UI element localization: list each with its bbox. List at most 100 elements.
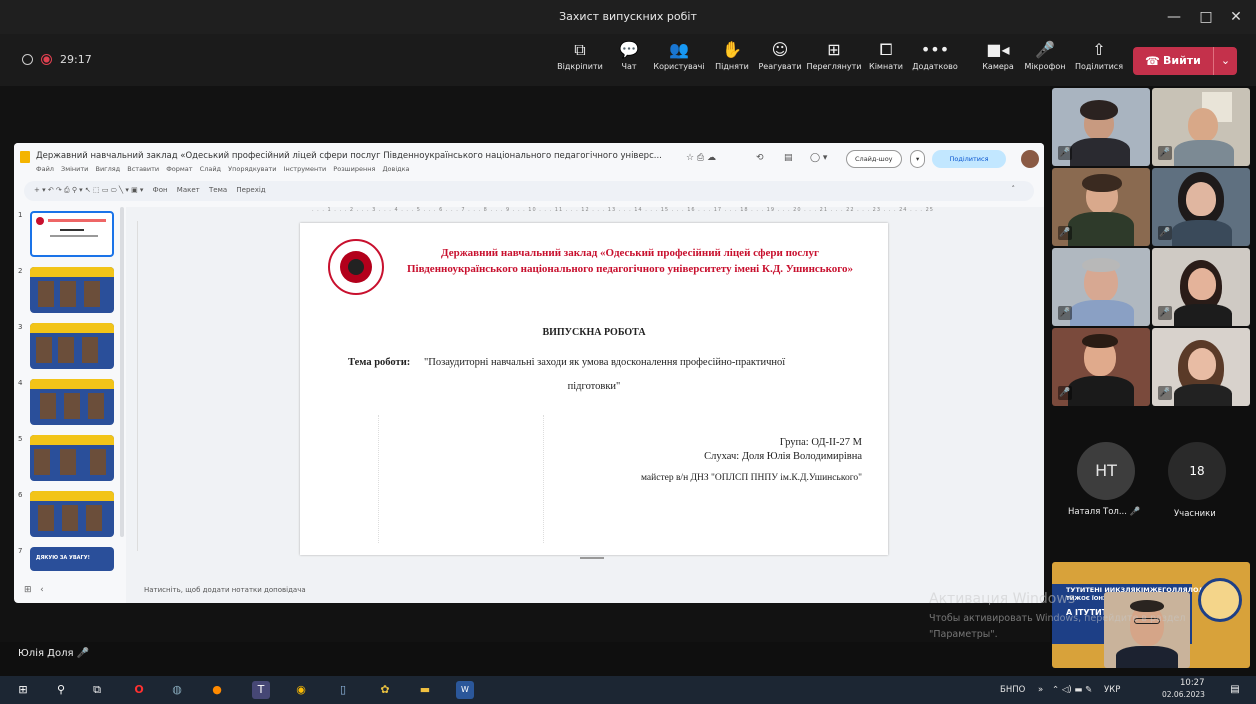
participant-video[interactable]: 🎤 — [1152, 328, 1250, 406]
tray-language[interactable]: УКР — [1104, 685, 1120, 695]
menu-item[interactable]: Вигляд — [96, 165, 121, 173]
menu-item[interactable]: Упорядкувати — [228, 165, 276, 173]
filmstrip-scrollbar[interactable] — [120, 207, 124, 537]
theme-button[interactable]: Тема — [209, 186, 227, 194]
chevron-down-icon[interactable]: ⌄ — [1213, 47, 1237, 75]
mic-button[interactable]: 🎤 Мікрофон — [1020, 38, 1070, 82]
college-seal-logo — [328, 239, 384, 295]
teams-icon[interactable]: T — [252, 681, 270, 699]
firefox-icon[interactable]: ● — [208, 681, 226, 699]
share-doc-button[interactable]: Поділитися — [932, 150, 1006, 168]
mic-off-icon: 🎤 — [1129, 507, 1141, 517]
participant-video[interactable]: 🎤 — [1052, 88, 1150, 166]
chat-button[interactable]: 💬 Чат — [614, 38, 644, 82]
react-button[interactable]: ☺ Реагувати — [756, 38, 804, 82]
tray-chevron-icon[interactable]: » — [1038, 685, 1043, 695]
toolbar-icons[interactable]: + ▾ ↶ ↷ ⎙ ⚲ ▾ ↖ ⬚ ▭ ⬭ ╲ ▾ ▣ ▾ — [34, 186, 143, 194]
mic-off-icon: 🎤 — [1058, 146, 1072, 160]
slide-topic-text: "Позаудиторні навчальні заходи як умова … — [424, 357, 786, 368]
window-title: Захист випускних робіт — [559, 10, 697, 23]
video-icon[interactable]: ◯ ▾ — [810, 153, 827, 163]
view-button[interactable]: ⊞ Переглянути — [806, 38, 862, 82]
slideshow-button[interactable]: Слайд-шоу — [846, 150, 902, 168]
slide-thumbnail[interactable] — [30, 211, 114, 257]
opera-icon[interactable]: O — [130, 681, 148, 699]
popout-button[interactable]: ⧉ Відкріпити — [556, 38, 604, 82]
rooms-button[interactable]: ⧠ Кімнати — [866, 38, 906, 82]
more-button[interactable]: ••• Додатково — [910, 38, 960, 82]
activation-watermark-line3: "Параметры". — [929, 629, 998, 640]
tray-date[interactable]: 02.06.2023 — [1162, 690, 1205, 699]
slide-thumbnail[interactable] — [30, 267, 114, 313]
participant-video[interactable]: 🎤 — [1052, 248, 1150, 326]
word-icon[interactable]: W — [456, 681, 474, 699]
folder-icon[interactable]: ▬ — [416, 681, 434, 699]
menu-item[interactable]: Формат — [166, 165, 192, 173]
speaker-notes[interactable]: Натисніть, щоб додати нотатки доповідача — [126, 577, 1044, 603]
participant-avatar[interactable]: НТ — [1077, 442, 1135, 500]
speaker-video[interactable] — [1104, 592, 1190, 668]
layout-button[interactable]: Макет — [177, 186, 200, 194]
activation-watermark-line2: Чтобы активировать Windows, перейдите в … — [929, 613, 1186, 624]
windows-start-icon[interactable]: ⊞ — [14, 681, 32, 699]
mic-off-icon: 🎤 — [1058, 306, 1072, 320]
share-button[interactable]: ⇧ Поділитися — [1072, 38, 1126, 82]
comments-icon[interactable]: ▤ — [784, 153, 793, 163]
participant-video[interactable]: 🎤 — [1152, 168, 1250, 246]
menu-item[interactable]: Файл — [36, 165, 54, 173]
menu-item[interactable]: Вставити — [127, 165, 159, 173]
slide-thumbnail[interactable] — [30, 323, 114, 369]
tray-time[interactable]: 10:27 — [1180, 678, 1205, 688]
raise-hand-icon: ✋ — [722, 40, 742, 59]
chrome-icon[interactable]: ◉ — [292, 681, 310, 699]
background-button[interactable]: Фон — [153, 186, 168, 194]
menu-item[interactable]: Довідка — [382, 165, 409, 173]
resize-handle[interactable] — [580, 557, 604, 559]
star-icon[interactable]: ☆ ⎙ ☁ — [686, 153, 716, 163]
avatar[interactable] — [1021, 150, 1039, 168]
menu-item[interactable]: Розширення — [333, 165, 375, 173]
people-button[interactable]: 👥 Користувачі — [650, 38, 708, 82]
doc-title[interactable]: Державний навчальний заклад «Одеський пр… — [36, 151, 662, 161]
grid-view-icon[interactable]: ⊞ ‹ — [24, 585, 44, 595]
slide-thumbnail[interactable] — [30, 379, 114, 425]
task-view-icon[interactable]: ⧉ — [88, 681, 106, 699]
notification-icon[interactable]: ▤ — [1226, 681, 1244, 699]
slide-work-title: ВИПУСКНА РОБОТА — [542, 327, 646, 338]
raise-hand-button[interactable]: ✋ Підняти — [712, 38, 752, 82]
participant-video[interactable]: 🎤 — [1152, 88, 1250, 166]
slide-thumbnail[interactable] — [30, 435, 114, 481]
document-icon[interactable]: ▯ — [334, 681, 352, 699]
transition-button[interactable]: Перехід — [236, 186, 265, 194]
tray-icons[interactable]: ⌃ ◁) ▬ ✎ — [1052, 685, 1092, 695]
history-icon[interactable]: ⟲ — [756, 153, 764, 163]
participants-count-circle[interactable]: 18 — [1168, 442, 1226, 500]
search-icon[interactable]: ⚲ — [52, 681, 70, 699]
menu-item[interactable]: Слайд — [200, 165, 221, 173]
slide-heading-line2: Південноукраїнського національного педаг… — [406, 263, 854, 275]
camera-icon: ■◂ — [986, 40, 1010, 59]
participant-video[interactable]: 🎤 — [1052, 328, 1150, 406]
current-slide[interactable]: Державний навчальний заклад «Одеський пр… — [300, 223, 888, 555]
menu-item[interactable]: Інструменти — [284, 165, 327, 173]
minimize-icon[interactable]: — — [1160, 6, 1188, 28]
chat-icon: 💬 — [619, 40, 639, 59]
participant-video[interactable]: 🎤 — [1152, 248, 1250, 326]
tray-lang-extra[interactable]: БНПО — [1000, 685, 1025, 695]
camera-button[interactable]: ■◂ Камера — [980, 38, 1016, 82]
participant-video[interactable]: 🎤 — [1052, 168, 1150, 246]
slideshow-dropdown[interactable]: ▾ — [910, 150, 926, 168]
slide-thumbnail[interactable]: ДЯКУЮ ЗА УВАГУ! — [30, 547, 114, 571]
app-icon[interactable]: ◍ — [168, 681, 186, 699]
close-icon[interactable]: ✕ — [1222, 6, 1250, 28]
mic-off-icon: 🎤 — [1158, 146, 1172, 160]
paint-icon[interactable]: ✿ — [376, 681, 394, 699]
maximize-icon[interactable]: □ — [1192, 6, 1220, 28]
ruler-vertical — [128, 221, 138, 551]
leave-button[interactable]: ☎ Вийти ⌄ — [1133, 47, 1237, 75]
slide-thumbnail[interactable] — [30, 491, 114, 537]
participant-name: Наталя Тол... 🎤 — [1068, 507, 1141, 517]
menu-item[interactable]: Змінити — [61, 165, 88, 173]
meeting-timer: 29:17 — [60, 53, 92, 66]
chevron-up-icon[interactable]: ˄ — [1012, 185, 1016, 193]
